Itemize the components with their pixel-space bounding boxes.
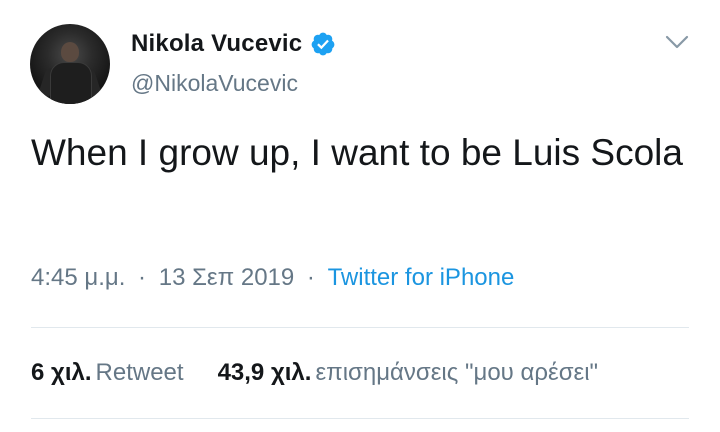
tweet-time[interactable]: 4:45 μ.μ.: [31, 264, 125, 291]
tweet-date[interactable]: 13 Σεπ 2019: [159, 264, 295, 291]
likes-count: 43,9 χιλ.: [217, 359, 312, 386]
meta-separator: ·: [306, 264, 315, 291]
tweet-metadata: 4:45 μ.μ. · 13 Σεπ 2019 · Twitter for iP…: [31, 264, 514, 292]
tweet-card: Nikola Vucevic @NikolaVucevic When I gro…: [0, 0, 720, 432]
author-handle[interactable]: @NikolaVucevic: [131, 70, 298, 97]
chevron-down-icon[interactable]: [664, 32, 690, 52]
retweets-stat[interactable]: 6 χιλ. Retweet: [31, 359, 184, 387]
avatar[interactable]: [30, 24, 110, 104]
likes-label: επισημάνσεις "μου αρέσει": [315, 359, 599, 386]
retweets-label: Retweet: [95, 359, 184, 386]
likes-stat[interactable]: 43,9 χιλ. επισημάνσεις "μου αρέσει": [218, 359, 599, 387]
meta-separator: ·: [138, 264, 147, 291]
avatar-figure-body: [50, 62, 92, 104]
divider: [31, 418, 689, 419]
author-name-row[interactable]: Nikola Vucevic: [131, 30, 336, 58]
author-display-name[interactable]: Nikola Vucevic: [131, 30, 302, 58]
verified-badge-icon: [311, 32, 335, 56]
tweet-source-link[interactable]: Twitter for iPhone: [328, 264, 515, 291]
retweets-count: 6 χιλ.: [31, 359, 92, 386]
tweet-stats: 6 χιλ. Retweet 43,9 χιλ. επισημάνσεις "μου…: [31, 359, 598, 387]
tweet-text: When I grow up, I want to be Luis Scola: [31, 132, 683, 173]
avatar-figure-head: [61, 42, 79, 62]
divider: [31, 327, 689, 328]
